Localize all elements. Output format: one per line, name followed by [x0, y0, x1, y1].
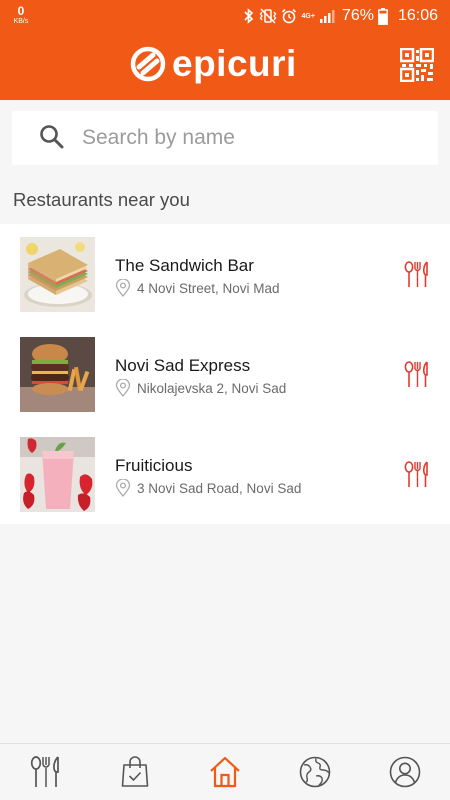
cutlery-icon[interactable]: [402, 361, 430, 388]
cutlery-icon[interactable]: [402, 261, 430, 288]
search-icon: [40, 125, 64, 149]
explore-tab[interactable]: [297, 754, 333, 790]
restaurant-address: Nikolajevska 2, Novi Sad: [115, 379, 286, 397]
location-pin-icon: [115, 279, 131, 297]
signal-icon: [319, 8, 337, 24]
cutlery-icon[interactable]: [402, 461, 430, 488]
epicuri-logo-icon: [130, 46, 166, 82]
restaurant-name: Fruiticious: [115, 456, 193, 475]
network-speed-value: 0: [17, 4, 25, 18]
status-bar: 0 KB/s 4G+ 76% 16:06: [0, 0, 450, 32]
home-icon: [210, 756, 240, 788]
search-bar: [12, 111, 438, 165]
restaurant-row[interactable]: The Sandwich Bar 4 Novi Street, Novi Mad: [0, 224, 450, 324]
alarm-icon: [281, 8, 297, 24]
restaurant-address-text: 4 Novi Street, Novi Mad: [137, 280, 280, 296]
cutlery-icon: [30, 756, 59, 787]
orders-tab[interactable]: [117, 754, 153, 790]
restaurant-name: Novi Sad Express: [115, 356, 251, 375]
location-pin-icon: [115, 379, 131, 397]
app-header: epicuri: [0, 32, 450, 100]
restaurant-row[interactable]: Novi Sad Express Nikolajevska 2, Novi Sa…: [0, 324, 450, 424]
network-type: 4G+: [301, 12, 315, 20]
network-speed: 0 KB/s: [10, 5, 32, 25]
restaurant-address: 3 Novi Sad Road, Novi Sad: [115, 479, 301, 497]
restaurant-list: The Sandwich Bar 4 Novi Street, Novi Mad: [0, 224, 450, 524]
restaurant-address: 4 Novi Street, Novi Mad: [115, 279, 280, 297]
battery-icon: [378, 7, 388, 25]
restaurants-tab[interactable]: [27, 754, 63, 790]
brand-logo: epicuri: [130, 44, 297, 84]
location-pin-icon: [115, 479, 131, 497]
brand-name: epicuri: [172, 43, 297, 84]
vibrate-icon: [259, 8, 277, 24]
shopping-bag-icon: [121, 756, 149, 787]
user-profile-icon: [389, 756, 421, 788]
restaurant-name: The Sandwich Bar: [115, 256, 254, 275]
home-tab[interactable]: [207, 754, 243, 790]
restaurant-row[interactable]: Fruiticious 3 Novi Sad Road, Novi Sad: [0, 424, 450, 524]
burger-image: [20, 337, 95, 412]
status-icons: 4G+ 76% 16:06: [243, 6, 438, 26]
bottom-nav: [0, 743, 450, 800]
restaurant-address-text: Nikolajevska 2, Novi Sad: [137, 380, 287, 396]
qr-code-button[interactable]: [399, 47, 435, 83]
section-title: Restaurants near you: [13, 189, 190, 210]
smoothie-image: [20, 437, 95, 512]
globe-icon: [299, 756, 331, 788]
restaurant-address-text: 3 Novi Sad Road, Novi Sad: [137, 480, 302, 496]
network-speed-unit: KB/s: [13, 18, 29, 25]
search-input[interactable]: [82, 119, 422, 157]
bluetooth-icon: [243, 8, 255, 24]
sandwich-image: [20, 237, 95, 312]
battery-percent: 76%: [341, 7, 374, 24]
clock: 16:06: [397, 7, 438, 24]
profile-tab[interactable]: [387, 754, 423, 790]
qr-code-icon: [399, 47, 435, 83]
